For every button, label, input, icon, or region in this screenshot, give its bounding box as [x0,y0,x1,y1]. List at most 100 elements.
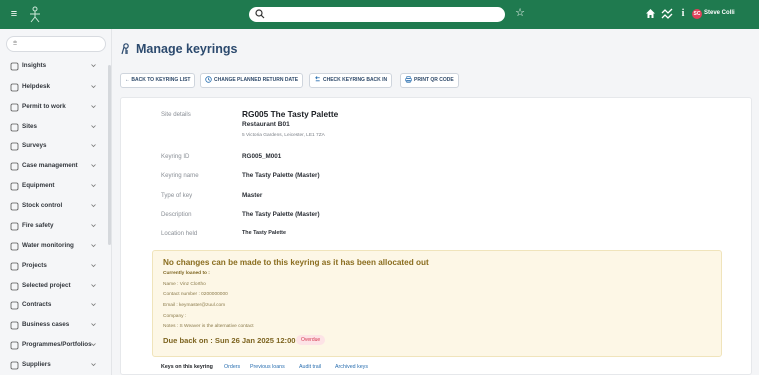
sidebar-item-label: Contracts [22,301,52,308]
tab-audit-trail[interactable]: Audit trail [299,364,321,370]
sidebar-item-equipment[interactable]: Equipment [0,180,108,194]
search-icon [255,9,265,19]
loan-company: Company : [163,314,187,319]
print-qr-code-button[interactable]: PRINT QR CODE [400,73,459,88]
sidebar-item-permit-to-work[interactable]: Permit to work [0,101,108,115]
sidebar-item-water-monitoring[interactable]: Water monitoring [0,240,108,254]
chevron-down-icon[interactable] [90,341,97,348]
keyring-name-label: Keyring name [161,172,199,179]
sidebar-item-surveys[interactable]: Surveys [0,140,108,154]
sidebar-item-projects[interactable]: Projects [0,260,108,274]
selected-project-icon [10,282,19,291]
sidebar-item-selected-project[interactable]: Selected project [0,280,108,294]
fire-icon [10,222,19,231]
avatar[interactable]: SC [692,9,702,19]
sidebar-item-contracts[interactable]: Contracts [0,299,108,313]
chevron-down-icon[interactable] [90,282,97,289]
key-type-label: Type of key [161,192,193,199]
case-icon [10,162,19,171]
chevron-down-icon[interactable] [90,62,97,69]
sidebar-item-label: Selected project [22,282,71,289]
tab-orders[interactable]: Orders [224,364,240,370]
suppliers-icon [10,361,19,370]
change-date-label: CHANGE PLANNED RETURN DATE [214,77,299,83]
cart-icon [10,202,19,211]
sidebar-item-suppliers[interactable]: Suppliers [0,359,108,373]
description-value: The Tasty Palette (Master) [242,211,320,218]
app-logo[interactable] [26,5,44,23]
menu-icon[interactable]: ≡ [9,8,19,20]
chevron-down-icon[interactable] [90,202,97,209]
keyring-id-label: Keyring ID [161,153,190,160]
loan-contact-number: Contact number : 0200000000 [163,292,228,297]
sidebar-item-fire-safety[interactable]: Fire safety [0,220,108,234]
sidebar-item-insights[interactable]: Insights [0,60,108,74]
sidebar-scrollbar[interactable] [108,65,111,245]
site-details-label: Site details [161,111,191,118]
return-arrow-icon [315,75,320,81]
metrics-icon[interactable] [661,8,673,19]
sidebar-item-label: Helpdesk [22,83,50,90]
sidebar-item-label: Suppliers [22,361,51,368]
change-planned-return-date-button[interactable]: CHANGE PLANNED RETURN DATE [200,73,304,88]
keyring-name-value: The Tasty Palette (Master) [242,172,320,179]
chevron-down-icon[interactable] [90,361,97,368]
sidebar-item-label: Programmes/Portfolios [22,341,92,348]
favourite-star-icon[interactable]: ☆ [514,7,526,19]
check-back-label: CHECK KEYRING BACK IN [323,77,388,83]
keyring-id-value: RG005_M001 [242,153,282,160]
sidebar-item-helpdesk[interactable]: Helpdesk [0,81,108,95]
sidebar-item-label: Business cases [22,321,70,328]
chevron-down-icon[interactable] [90,182,97,189]
global-search[interactable] [249,7,505,22]
filter-icon: ⩧ [13,40,18,47]
home-icon[interactable] [645,8,656,19]
clock-icon [205,75,212,83]
sidebar-item-label: Projects [22,262,47,269]
due-back-date: Due back on : Sun 26 Jan 2025 12:00 PM [163,336,310,345]
key-type-value: Master [242,192,263,199]
chevron-down-icon[interactable] [90,83,97,90]
check-keyring-back-in-button[interactable]: CHECK KEYRING BACK IN [309,73,393,88]
loan-notes: Notes : S Weaver is the alternative cont… [163,324,254,329]
site-name: RG005 The Tasty Palette [242,109,339,119]
chevron-down-icon[interactable] [90,142,97,149]
helpdesk-icon [10,83,19,92]
keyring-icon [121,43,129,55]
user-name[interactable]: Steve Colli [704,10,735,16]
surveys-icon [10,142,19,151]
chevron-down-icon[interactable] [90,321,97,328]
equipment-icon [10,182,19,191]
permit-icon [10,103,19,112]
sidebar-item-label: Case management [22,162,78,169]
overdue-badge: Overdue [296,335,326,345]
loan-email: Email : keymaster@zuul.com [163,303,226,308]
tab-keys-on-this-keyring[interactable]: Keys on this keyring [161,364,213,370]
printer-icon [405,75,412,83]
chevron-down-icon[interactable] [90,123,97,130]
contracts-icon [10,301,19,310]
chevron-down-icon[interactable] [90,242,97,249]
sidebar-item-sites[interactable]: Sites [0,121,108,135]
chevron-down-icon[interactable] [90,262,97,269]
water-icon [10,242,19,251]
sites-icon [10,123,19,132]
search-input[interactable] [267,8,497,20]
description-label: Description [161,211,192,218]
sidebar-item-label: Stock control [22,202,63,209]
sidebar-filter-input[interactable]: ⩧ [6,36,106,52]
chevron-down-icon[interactable] [90,103,97,110]
back-to-keyring-list-button[interactable]: ← BACK TO KEYRING LIST [120,73,196,88]
sidebar-item-programmes-portfolios[interactable]: Programmes/Portfolios [0,339,108,353]
sidebar-item-business-cases[interactable]: Business cases [0,319,108,333]
info-icon[interactable]: i [680,7,686,20]
tab-previous-loans[interactable]: Previous loans [250,364,285,370]
tab-archived-keys[interactable]: Archived keys [335,364,368,370]
sidebar-item-stock-control[interactable]: Stock control [0,200,108,214]
sidebar-item-case-management[interactable]: Case management [0,160,108,174]
chevron-down-icon[interactable] [90,162,97,169]
location-held-value: The Tasty Palette [242,230,286,236]
chevron-down-icon[interactable] [90,222,97,229]
chevron-down-icon[interactable] [90,301,97,308]
sidebar-item-label: Water monitoring [22,242,74,249]
